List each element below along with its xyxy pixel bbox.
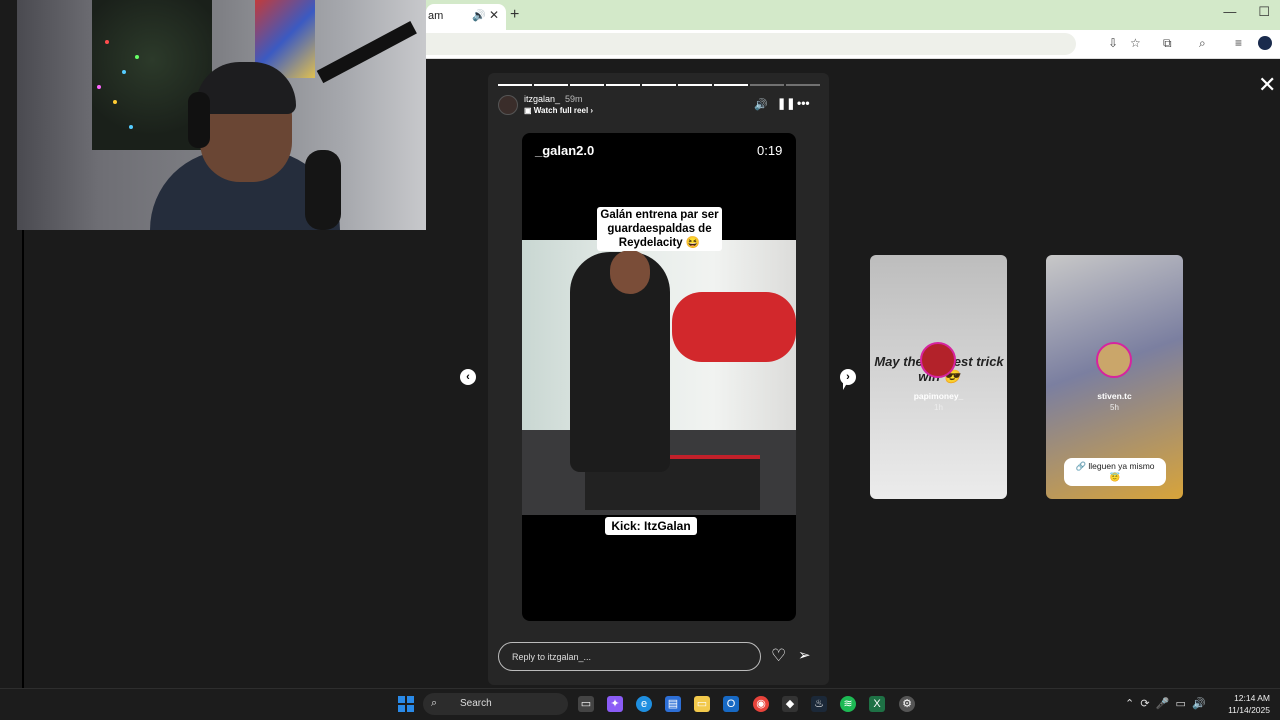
preview-username: papimoney_ [913, 391, 964, 401]
microphone-image [305, 150, 341, 230]
clock-time[interactable]: 12:14 AM [1232, 693, 1270, 703]
tab-title: am [428, 10, 444, 22]
progress-segment [534, 84, 568, 86]
reading-list-icon[interactable]: ≡ [1235, 36, 1242, 50]
close-icon[interactable]: ✕ [1258, 72, 1276, 98]
spotify-icon[interactable]: ≋ [840, 696, 856, 712]
progress-segment [750, 84, 784, 86]
outlook-icon[interactable]: O [723, 696, 739, 712]
webcam-overlay [17, 0, 426, 230]
minimize-button[interactable]: — [1223, 4, 1236, 20]
video-caption: Galán entrena par ser guardaespaldas de … [597, 207, 722, 251]
reply-input[interactable]: Reply to itzgalan_... [498, 642, 761, 671]
bookmark-star-icon[interactable]: ☆ [1130, 36, 1141, 50]
face-image [610, 250, 650, 294]
excel-icon[interactable]: X [869, 696, 885, 712]
taskbar-search[interactable]: ⌕ Search [423, 693, 568, 715]
avatar [1096, 342, 1132, 378]
maximize-button[interactable]: ☐ [1258, 4, 1270, 20]
store-icon[interactable]: ▤ [665, 696, 681, 712]
story-progress-bar [498, 84, 820, 86]
volume-icon[interactable]: 🔊 [754, 98, 768, 111]
progress-segment [714, 84, 748, 86]
more-options-icon[interactable]: ••• [797, 96, 810, 110]
app-icon[interactable]: ◆ [782, 696, 798, 712]
preview-time: 5h [1110, 403, 1119, 412]
story-username[interactable]: itzgalan_ [524, 94, 560, 104]
watch-full-reel-link[interactable]: ▣ Watch full reel › [524, 106, 593, 115]
preview-time: 1h [934, 403, 943, 412]
tab-strip [426, 0, 1280, 30]
kick-label: Kick: ItzGalan [605, 517, 697, 535]
chevron-right-icon: › [588, 106, 594, 115]
headphones-image [188, 92, 210, 148]
avatar [920, 342, 956, 378]
file-explorer-icon[interactable]: ▭ [694, 696, 710, 712]
address-bar[interactable] [426, 33, 1076, 55]
clock-date[interactable]: 11/14/2025 [1226, 705, 1270, 715]
system-tray[interactable]: ⌃ ⟳ 🎤 ▭ 🔊 [1125, 697, 1206, 710]
progress-segment [642, 84, 676, 86]
progress-segment [498, 84, 532, 86]
heart-icon[interactable]: ♡ [771, 646, 786, 666]
mouse-cursor [843, 380, 849, 390]
install-app-icon[interactable]: ⇩ [1108, 36, 1118, 50]
task-view-icon[interactable]: ▭ [578, 696, 594, 712]
previous-story-button[interactable]: ‹ [460, 369, 476, 385]
tab-search-icon[interactable]: ⌕ [1199, 36, 1206, 51]
profile-avatar[interactable] [1258, 36, 1272, 50]
reel-icon: ▣ [524, 106, 534, 115]
window-controls: — ☐ [1223, 4, 1270, 20]
windows-start-icon[interactable] [398, 696, 414, 712]
chrome-icon[interactable]: ◉ [753, 696, 769, 712]
copilot-icon[interactable]: ✦ [607, 696, 623, 712]
graffiti-image [672, 292, 796, 362]
progress-segment [570, 84, 604, 86]
progress-segment [606, 84, 640, 86]
pause-icon[interactable]: ❚❚ [777, 97, 795, 110]
app-icon[interactable]: ⚙ [899, 696, 915, 712]
preview-username: stiven.tc [1097, 391, 1132, 401]
new-tab-button[interactable]: + [510, 6, 519, 24]
divider [22, 230, 24, 690]
avatar[interactable] [498, 95, 518, 115]
steam-icon[interactable]: ♨ [811, 696, 827, 712]
story-timestamp: 59m [565, 94, 583, 104]
progress-segment [678, 84, 712, 86]
mic-arm-image [316, 21, 417, 84]
edge-icon[interactable]: e [636, 696, 652, 712]
search-icon: ⌕ [431, 697, 438, 709]
video-timer: 0:19 [757, 143, 783, 158]
progress-segment [786, 84, 820, 86]
tab-close-icon[interactable]: ✕ [489, 8, 499, 22]
video-handle: _galan2.0 [535, 143, 595, 158]
link-sticker[interactable]: 🔗 lleguen ya mismo 😇 [1064, 458, 1166, 486]
extensions-icon[interactable]: ⧉ [1163, 36, 1172, 51]
browser-tab[interactable]: am 🔊 ✕ [426, 4, 506, 30]
send-icon[interactable]: ➢ [798, 646, 811, 664]
speaker-icon[interactable]: 🔊 [472, 9, 486, 22]
